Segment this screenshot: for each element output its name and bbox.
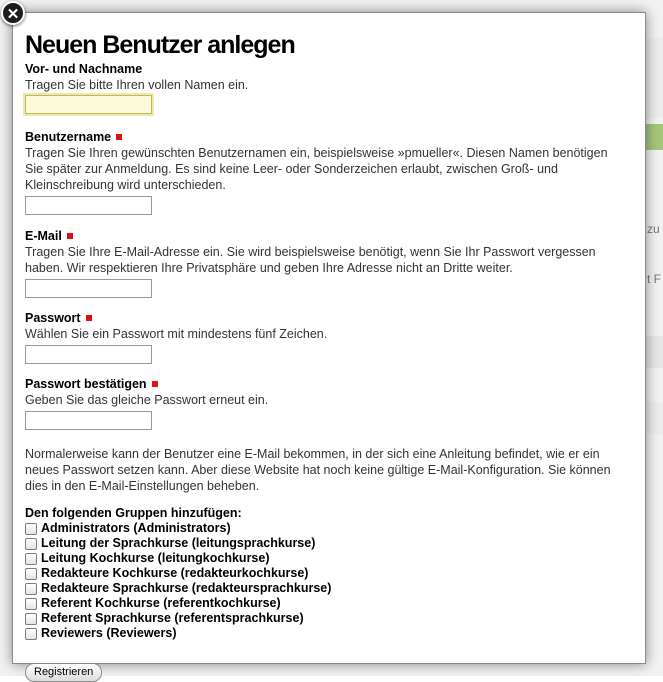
group-option[interactable]: Redakteure Kochkurse (redakteurkochkurse… xyxy=(25,566,625,581)
field-description: Tragen Sie Ihre E-Mail-Adresse ein. Sie … xyxy=(25,245,596,275)
group-checkbox[interactable] xyxy=(25,582,37,595)
group-option[interactable]: Referent Sprachkurse (referentsprachkurs… xyxy=(25,611,625,626)
register-user-dialog: Neuen Benutzer anlegen Vor- und Nachname… xyxy=(12,12,646,682)
bg-band xyxy=(645,402,663,434)
groups-list: Administrators (Administrators) Leitung … xyxy=(25,521,625,641)
field-label: Vor- und Nachname xyxy=(25,62,625,77)
bg-band xyxy=(645,336,663,368)
field-label-text: Benutzername xyxy=(25,130,112,144)
bg-snippet: zu xyxy=(647,222,660,236)
field-label: Passwort xyxy=(25,311,625,326)
email-config-notice: Normalerweise kann der Benutzer eine E-M… xyxy=(25,447,611,493)
username-field: Benutzername Tragen Sie Ihren gewünschte… xyxy=(25,130,625,215)
group-label: Redakteure Kochkurse (redakteurkochkurse… xyxy=(41,566,309,580)
group-label: Reviewers (Reviewers) xyxy=(41,626,177,640)
group-checkbox[interactable] xyxy=(25,597,37,610)
dialog-content: Neuen Benutzer anlegen Vor- und Nachname… xyxy=(25,29,625,682)
field-label: E-Mail xyxy=(25,229,625,244)
bg-accent-bar xyxy=(645,124,663,150)
field-label-text: E-Mail xyxy=(25,229,62,243)
password-confirm-input[interactable] xyxy=(25,411,152,430)
group-checkbox[interactable] xyxy=(25,627,37,640)
group-checkbox[interactable] xyxy=(25,537,37,550)
close-icon[interactable]: ✕ xyxy=(1,1,25,25)
group-option[interactable]: Administrators (Administrators) xyxy=(25,521,625,536)
username-input[interactable] xyxy=(25,196,152,215)
group-option[interactable]: Redakteure Sprachkurse (redakteursprachk… xyxy=(25,581,625,596)
field-label: Passwort bestätigen xyxy=(25,377,625,392)
fullname-field: Vor- und Nachname Tragen Sie bitte Ihren… xyxy=(25,62,625,114)
group-label: Redakteure Sprachkurse (redakteursprachk… xyxy=(41,581,332,595)
field-description: Wählen Sie ein Passwort mit mindestens f… xyxy=(25,327,328,341)
email-input[interactable] xyxy=(25,279,152,298)
dialog-title: Neuen Benutzer anlegen xyxy=(25,31,296,59)
required-marker xyxy=(151,381,158,387)
groups-title: Den folgenden Gruppen hinzufügen: xyxy=(25,506,242,520)
required-marker xyxy=(66,233,73,239)
group-option[interactable]: Reviewers (Reviewers) xyxy=(25,626,625,641)
password-confirm-field: Passwort bestätigen Geben Sie das gleich… xyxy=(25,377,625,430)
group-label: Referent Sprachkurse (referentsprachkurs… xyxy=(41,611,304,625)
email-field: E-Mail Tragen Sie Ihre E-Mail-Adresse ei… xyxy=(25,229,625,298)
group-checkbox[interactable] xyxy=(25,522,37,535)
field-label-text: Passwort bestätigen xyxy=(25,377,147,391)
group-option[interactable]: Referent Kochkurse (referentkochkurse) xyxy=(25,596,625,611)
group-option[interactable]: Leitung der Sprachkurse (leitungsprachku… xyxy=(25,536,625,551)
field-label: Benutzername xyxy=(25,130,625,145)
field-description: Tragen Sie bitte Ihren vollen Namen ein. xyxy=(25,78,249,92)
field-description: Tragen Sie Ihren gewünschten Benutzernam… xyxy=(25,146,608,192)
group-checkbox[interactable] xyxy=(25,552,37,565)
fullname-input[interactable] xyxy=(25,95,152,114)
group-label: Administrators (Administrators) xyxy=(41,521,231,535)
group-label: Leitung Kochkurse (leitungkochkurse) xyxy=(41,551,270,565)
password-field: Passwort Wählen Sie ein Passwort mit min… xyxy=(25,311,625,364)
required-marker xyxy=(85,315,92,321)
password-input[interactable] xyxy=(25,345,152,364)
group-checkbox[interactable] xyxy=(25,567,37,580)
bg-band xyxy=(645,38,663,118)
group-label: Referent Kochkurse (referentkochkurse) xyxy=(41,596,281,610)
field-label-text: Passwort xyxy=(25,311,81,325)
group-label: Leitung der Sprachkurse (leitungsprachku… xyxy=(41,536,316,550)
bg-snippet: t F xyxy=(647,272,661,286)
register-button[interactable]: Registrieren xyxy=(25,663,103,682)
field-description: Geben Sie das gleiche Passwort erneut ei… xyxy=(25,393,269,407)
required-marker xyxy=(116,134,123,140)
field-label-text: Vor- und Nachname xyxy=(25,62,143,76)
group-option[interactable]: Leitung Kochkurse (leitungkochkurse) xyxy=(25,551,625,566)
group-checkbox[interactable] xyxy=(25,612,37,625)
